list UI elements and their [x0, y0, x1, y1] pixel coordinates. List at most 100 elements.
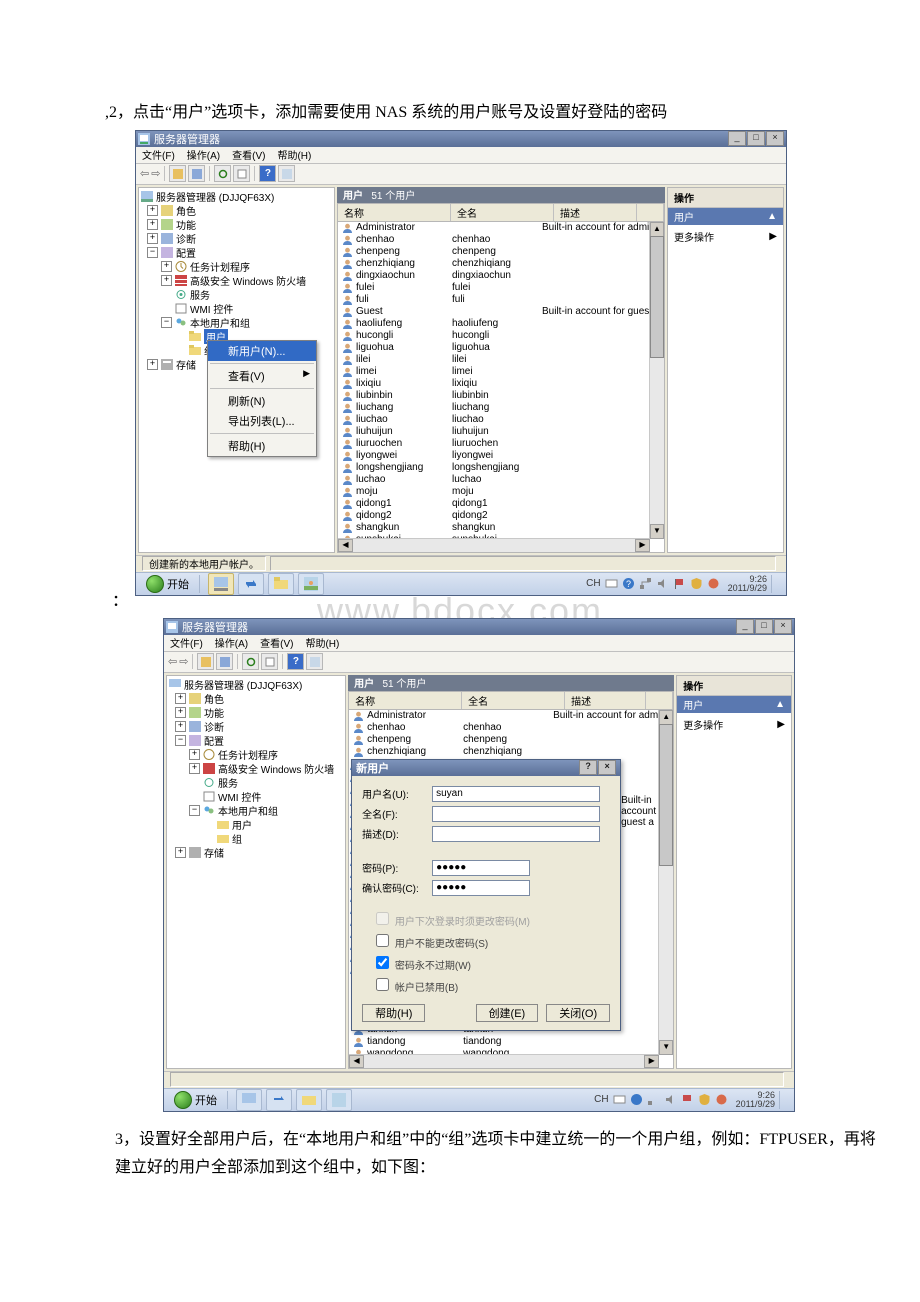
ctx-refresh[interactable]: 刷新(N): [208, 391, 316, 411]
context-menu[interactable]: 新用户(N)... 查看(V)▶ 刷新(N) 导出列表(L)... 帮助(H): [207, 340, 317, 457]
table-row[interactable]: chenhaochenhao: [338, 234, 664, 246]
actions-more[interactable]: 更多操作▶: [668, 225, 783, 248]
tray-showdesktop[interactable]: [779, 1091, 790, 1109]
tree-features[interactable]: 功能: [176, 217, 196, 232]
tray-keyboard-icon[interactable]: [613, 1093, 626, 1106]
table-row[interactable]: AdministratorBuilt-in account for admini…: [338, 222, 664, 234]
toolbar-export-icon[interactable]: [261, 653, 278, 670]
collapse-icon[interactable]: −: [161, 317, 172, 328]
expand-icon[interactable]: +: [147, 233, 158, 244]
tray-network-icon[interactable]: [639, 577, 652, 590]
scroll-down-icon[interactable]: ▼: [650, 524, 664, 539]
menu-action[interactable]: 操作(A): [187, 147, 220, 162]
chk-cannot-change[interactable]: [376, 934, 389, 947]
tree-firewall[interactable]: 高级安全 Windows 防火墙: [190, 273, 306, 288]
table-row[interactable]: haoliufenghaoliufeng: [338, 318, 664, 330]
list-body[interactable]: AdministratorBuilt-in account for admini…: [337, 222, 665, 553]
ctx-export[interactable]: 导出列表(L)...: [208, 411, 316, 431]
toolbar-btn-1[interactable]: [197, 653, 214, 670]
table-row[interactable]: liubinbinliubinbin: [338, 390, 664, 402]
list-header[interactable]: 名称 全名 描述: [337, 203, 665, 222]
toolbar-btn-1[interactable]: [169, 165, 186, 182]
toolbar-refresh-icon[interactable]: [242, 653, 259, 670]
tree-storage[interactable]: 存储: [176, 357, 196, 372]
table-row[interactable]: chenzhiqiangchenzhiqiang: [338, 258, 664, 270]
table-row[interactable]: liyongweiliyongwei: [338, 450, 664, 462]
dialog-close-btn[interactable]: 关闭(O): [546, 1004, 610, 1022]
close-button[interactable]: ×: [766, 131, 784, 146]
tree-wmi[interactable]: WMI 控件: [190, 301, 233, 316]
table-row[interactable]: luchaoluchao: [338, 474, 664, 486]
input-password[interactable]: [432, 860, 530, 876]
col-desc[interactable]: 描述: [565, 692, 646, 709]
maximize-button[interactable]: □: [747, 131, 765, 146]
expand-icon[interactable]: +: [161, 261, 172, 272]
tray-clock[interactable]: 9:26 2011/9/29: [736, 1091, 775, 1109]
tray-ime[interactable]: CH: [594, 1094, 608, 1105]
taskbar-app-4[interactable]: [326, 1089, 352, 1111]
tree-root[interactable]: 服务器管理器 (DJJQF63X): [184, 677, 302, 692]
menu-view[interactable]: 查看(V): [260, 635, 293, 650]
tree-groups[interactable]: 组: [232, 831, 242, 846]
minimize-button[interactable]: _: [728, 131, 746, 146]
toolbar-btn-2[interactable]: [216, 653, 233, 670]
tray-help-icon[interactable]: ?: [622, 577, 635, 590]
table-row[interactable]: AdministratorBuilt-in account for admini…: [349, 710, 673, 722]
expand-icon[interactable]: +: [147, 219, 158, 230]
hscrollbar[interactable]: ◀ ▶: [338, 538, 650, 552]
table-row[interactable]: dingxiaochundingxiaochun: [338, 270, 664, 282]
tree-root[interactable]: 服务器管理器 (DJJQF63X): [156, 189, 274, 204]
taskbar-app-3[interactable]: [296, 1089, 322, 1111]
scroll-up-icon[interactable]: ▲: [650, 222, 664, 237]
taskbar-app-2[interactable]: [238, 573, 264, 595]
dialog-close-button[interactable]: ×: [598, 760, 616, 775]
scroll-thumb[interactable]: [650, 236, 664, 358]
tree-roles[interactable]: 角色: [204, 691, 224, 706]
table-row[interactable]: longshengjianglongshengjiang: [338, 462, 664, 474]
scroll-left-icon[interactable]: ◀: [338, 539, 353, 552]
dialog-help-btn[interactable]: 帮助(H): [362, 1004, 425, 1022]
tray-shield-icon[interactable]: [698, 1093, 711, 1106]
tree-roles[interactable]: 角色: [176, 203, 196, 218]
scroll-right-icon[interactable]: ▶: [635, 539, 650, 552]
col-fullname[interactable]: 全名: [451, 204, 554, 221]
table-row[interactable]: fuleifulei: [338, 282, 664, 294]
menu-file[interactable]: 文件(F): [142, 147, 175, 162]
toolbar-btn-3[interactable]: [278, 165, 295, 182]
tray-keyboard-icon[interactable]: [605, 577, 618, 590]
taskbar-app-1[interactable]: [208, 573, 234, 595]
input-fullname[interactable]: [432, 806, 600, 822]
scroll-down-icon[interactable]: ▼: [659, 1040, 673, 1055]
maximize-button[interactable]: □: [755, 619, 773, 634]
table-row[interactable]: chenzhiqiangchenzhiqiang: [349, 746, 673, 758]
scroll-thumb[interactable]: [659, 724, 673, 866]
nav-back-icon[interactable]: ⇦: [168, 655, 177, 668]
tree-diag[interactable]: 诊断: [204, 719, 224, 734]
actions-sub-users[interactable]: 用户▲: [677, 696, 791, 713]
col-name[interactable]: 名称: [349, 692, 462, 709]
tray-sound-icon[interactable]: [664, 1093, 677, 1106]
tray-network-icon[interactable]: [647, 1093, 660, 1106]
tray-action-icon[interactable]: [715, 1093, 728, 1106]
tree-task[interactable]: 任务计划程序: [190, 259, 250, 274]
tree-config[interactable]: 配置: [204, 733, 224, 748]
tray-flag-icon[interactable]: [673, 577, 686, 590]
tray-action-icon[interactable]: [707, 577, 720, 590]
tray-shield-icon[interactable]: [690, 577, 703, 590]
tree-diag[interactable]: 诊断: [176, 231, 196, 246]
expand-icon[interactable]: +: [161, 275, 172, 286]
input-desc[interactable]: [432, 826, 600, 842]
table-row[interactable]: liuruochenliuruochen: [338, 438, 664, 450]
chk-disabled[interactable]: [376, 978, 389, 991]
table-row[interactable]: lixiqiulixiqiu: [338, 378, 664, 390]
toolbar-btn-2[interactable]: [188, 165, 205, 182]
ctx-help[interactable]: 帮助(H): [208, 436, 316, 456]
tree-pane[interactable]: 服务器管理器 (DJJQF63X) +角色 +功能 +诊断 −配置 +任务计划程…: [166, 675, 346, 1069]
menu-action[interactable]: 操作(A): [215, 635, 248, 650]
scroll-left-icon[interactable]: ◀: [349, 1055, 364, 1068]
col-desc[interactable]: 描述: [554, 204, 637, 221]
toolbar-refresh-icon[interactable]: [214, 165, 231, 182]
vscrollbar[interactable]: ▲ ▼: [658, 710, 673, 1055]
menu-help[interactable]: 帮助(H): [277, 147, 311, 162]
titlebar[interactable]: 服务器管理器 _ □ ×: [164, 619, 794, 635]
